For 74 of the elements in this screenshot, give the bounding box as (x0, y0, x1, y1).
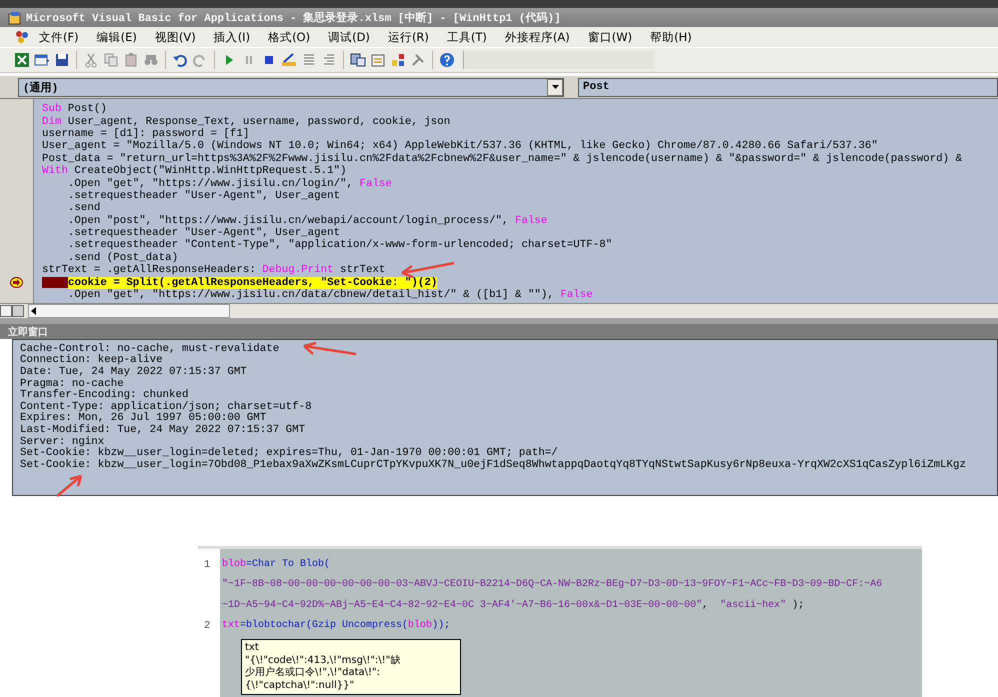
procedure-view-button[interactable] (0, 305, 12, 317)
code-line: .send (Post_data) (66, 252, 178, 264)
menu-item[interactable]: 插入(I) (204, 30, 260, 44)
output-line: Last-Modified: Tue, 24 May 2022 07:15:37 GMT (20, 424, 306, 436)
menu-item[interactable]: 编辑(E) (88, 30, 146, 44)
form-icon[interactable] (34, 52, 50, 68)
procedure-dropdown[interactable]: Post (578, 78, 998, 96)
annotation-arrow (400, 262, 456, 278)
output-line: Set-Cookie: kbzw__user_login=deleted; expires=Thu, 01-Jan-1970 00:00:01 GMT; path=/ (20, 447, 558, 459)
code-line: blob=Char To Blob( (222, 558, 330, 572)
output-line: Transfer-Encoding: chunked (20, 389, 188, 401)
code-line: ~1D~A5~94~C4~92D%~ABj~A5~E4~C4~82~92~E4~0C 3~AF4'~A7~B6~16~00x&~D1~03E~00~00~00", "ascii~hex" ); (222, 598, 804, 613)
code-line: .Open "get", "https://www.jisilu.cn/login/", False (66, 177, 392, 190)
immediate-window[interactable] (12, 339, 998, 496)
output-line: Server: nginx (20, 436, 104, 448)
output-line: Cache-Control: no-cache, must-revalidate (20, 343, 280, 355)
excel-icon[interactable] (14, 52, 30, 68)
code-editor[interactable] (0, 98, 998, 303)
vba-menu-icon[interactable] (14, 29, 30, 45)
code-line: With CreateObject("WinHttp.WinHttpRequest.5.1") (42, 164, 347, 178)
output-line: Content-Type: application/json; charset=utf-8 (20, 400, 312, 413)
menu-item[interactable]: 格式(O) (259, 30, 320, 44)
code-line: cookie = Split(.getAllResponseHeaders, "Set-Cookie: ")(2) (42, 276, 438, 289)
output-line: Expires: Mon, 26 Jul 1997 05:00:00 GMT (20, 412, 266, 424)
line-number: 2 (204, 620, 210, 632)
menu-item[interactable]: 窗口(W) (578, 30, 642, 44)
line-number: 1 (204, 559, 210, 571)
code-line: .setrequestheader "User-Agent", User_agent (66, 190, 340, 202)
code-line: Post_data = "return_url=https%3A%2F%2Fwww.jisilu.cn%2Fdata%2Fcbnew%2F&user_name=" & jslencode(username) & "&password=" & jslencode(password) & (42, 152, 962, 165)
properties-icon[interactable] (370, 52, 386, 68)
code-line: strText = .getAllResponseHeaders: Debug.Print strText (42, 264, 386, 276)
panel-title: 立即窗口 (8, 325, 48, 338)
caret-icon (552, 85, 558, 89)
toolbar-field[interactable] (463, 51, 654, 69)
object-dropdown[interactable]: (通用) (18, 78, 564, 96)
menu-item[interactable]: 视图(V) (146, 30, 205, 44)
code-line: Dim User_agent, Response_Text, username, password, cookie, json (42, 115, 450, 128)
execution-arrow-icon (10, 277, 23, 288)
menu-item[interactable]: 外接程序(A) (496, 30, 579, 44)
undo-icon[interactable] (172, 52, 188, 68)
output-line: Date: Tue, 24 May 2022 07:15:37 GMT (20, 366, 247, 378)
menu-item[interactable]: 帮助(H) (641, 30, 701, 44)
annotation-arrow (56, 474, 82, 498)
toolbox-icon[interactable] (410, 52, 426, 68)
code-line: .send (66, 202, 100, 215)
scroll-left-icon[interactable] (29, 306, 39, 316)
code-line: .Open "get", "https://www.jisilu.cn/data/cbnew/detail_hist/" & ([b1] & ""), False (66, 288, 593, 302)
save-icon[interactable] (54, 52, 70, 68)
annotation-arrow (302, 342, 358, 356)
code-line: "~1F~8B~08~00~00~00~00~00~00~03~ABVJ~CEOIU~B2214~D6Q~CA-NW~B2Rz~BEg~D7~D3~0D~13~9FOY~F1~ACc~FB~D3~09~BD~CF:~A6 (222, 578, 882, 592)
code-line: Sub Post() (42, 103, 107, 116)
menu-item[interactable]: 工具(T) (438, 30, 496, 44)
code-line: txt=blobtochar(Gzip Uncompress(blob)); (222, 618, 450, 633)
output-line: Connection: keep-alive (20, 354, 163, 366)
dropdown-button[interactable] (547, 78, 563, 96)
output-line: Set-Cookie: kbzw__user_login=7Obd08_P1ebax9aXwZKsmLCuprCTpYKvpuXK7N_u0ejF1dSeq8WhwtappqDaotqYq8TYqNStwtSapKusy6rNp8euxa-YrqXW2cXS1qCasZypl6iZmLKgz (20, 458, 966, 471)
object-browser-icon[interactable] (390, 52, 406, 68)
code-line: .setrequestheader "User-Agent", User_agent (66, 226, 340, 240)
menu-item[interactable]: 调试(D) (319, 30, 379, 44)
code-line: username = [d1]: password = [f1] (42, 128, 250, 140)
help-icon[interactable] (439, 52, 455, 68)
value-tooltip: txt "{\!"code\!":413,\!"msg\!":\!"缺 少用户名或口令\!",\!"data\!": {\!"captcha\!":null}}" (241, 639, 461, 695)
project-explorer-icon[interactable] (350, 52, 366, 68)
code-line: .setrequestheader "Content-Type", "application/x-www-form-urlencoded; charset=UTF-8" (66, 239, 612, 252)
code-line: .Open "post", "https://www.jisilu.cn/webapi/account/login_process/", False (66, 214, 548, 227)
full-module-view-button[interactable] (12, 305, 24, 317)
vba-logo-icon (8, 10, 22, 24)
menu-item[interactable]: 运行(R) (378, 30, 438, 44)
code-line: User_agent = "Mozilla/5.0 (Windows NT 10.0; Win64; x64) AppleWebKit/537.36 (KHTML, like Gecko) Chrome/87.0.4280.66 Safari/537.36" (42, 140, 878, 153)
window-title: Microsoft Visual Basic for Applications - 集思录登录.xlsm [中断] - [WinHttp1 (代码)] (26, 10, 561, 25)
menu-item[interactable]: 文件(F) (30, 30, 88, 44)
design-mode-icon[interactable] (281, 52, 297, 68)
horizontal-scrollbar[interactable] (28, 304, 230, 318)
output-line: Pragma: no-cache (20, 378, 124, 390)
